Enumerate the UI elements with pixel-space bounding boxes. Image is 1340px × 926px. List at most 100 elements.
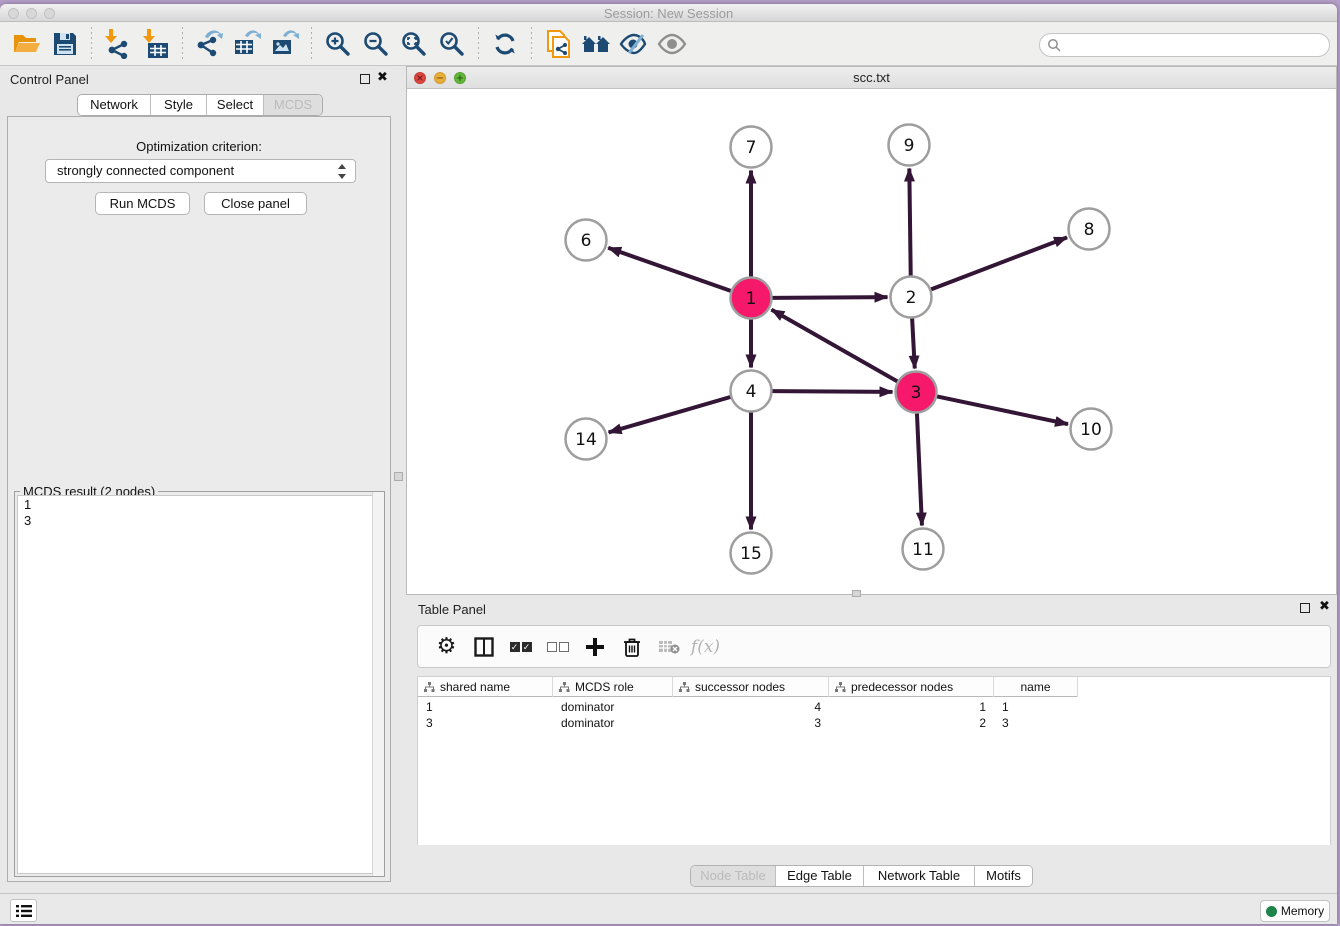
memory-label: Memory [1281, 904, 1324, 918]
node-label-9: 9 [904, 136, 915, 156]
table-cell[interactable]: 4 [673, 699, 829, 715]
tab-motifs[interactable]: Motifs [975, 866, 1032, 886]
column-manager-icon[interactable] [465, 629, 502, 665]
column-header[interactable]: name [994, 677, 1078, 697]
table-cell[interactable]: 2 [829, 715, 994, 731]
first-neighbors-icon[interactable] [577, 27, 615, 61]
memory-button[interactable]: Memory [1260, 900, 1330, 922]
tab-edge-table[interactable]: Edge Table [776, 866, 864, 886]
criterion-select-value: strongly connected component [57, 163, 234, 178]
node-label-14: 14 [575, 430, 597, 450]
control-panel-float-icon[interactable] [360, 74, 370, 84]
table-panel-float-icon[interactable] [1300, 603, 1310, 613]
show-graphics-details-icon[interactable] [653, 27, 691, 61]
table-panel-tabs: Node TableEdge TableNetwork TableMotifs [690, 865, 1033, 887]
column-header[interactable]: predecessor nodes [829, 677, 994, 697]
table-row[interactable]: 3dominator323 [418, 715, 1078, 731]
edge-1-2[interactable] [772, 297, 887, 298]
table-header-row: shared name MCDS role successor nodes prede… [418, 677, 1078, 697]
edge-2-3[interactable] [912, 318, 915, 368]
column-header-MCDS-role: MCDS role [575, 680, 634, 694]
close-panel-button[interactable]: Close panel [204, 192, 307, 215]
table-cell[interactable]: 1 [829, 699, 994, 715]
column-header-successor-nodes: successor nodes [695, 680, 785, 694]
control-panel-tabs: NetworkStyleSelectMCDS [77, 94, 323, 116]
tab-network[interactable]: Network [78, 95, 151, 115]
table-row[interactable]: 1dominator411 [418, 699, 1078, 715]
import-table-icon[interactable] [137, 27, 175, 61]
duplicate-network-icon[interactable] [539, 27, 577, 61]
import-network-icon[interactable] [99, 27, 137, 61]
tab-network-table[interactable]: Network Table [864, 866, 975, 886]
edge-3-11[interactable] [917, 413, 922, 525]
edge-2-8[interactable] [931, 237, 1067, 289]
table-panel-close-icon[interactable]: ✖ [1319, 599, 1330, 614]
hide-selected-icon[interactable] [615, 27, 653, 61]
toolbar-separator [531, 27, 532, 61]
open-session-icon[interactable] [8, 27, 46, 61]
column-header-name: name [1020, 680, 1050, 694]
table-panel-header: Table Panel ✖ [406, 597, 1337, 621]
tab-select[interactable]: Select [207, 95, 264, 115]
table-cell[interactable]: 1 [994, 699, 1078, 715]
export-image-icon[interactable] [266, 27, 304, 61]
criterion-select[interactable]: strongly connected component [45, 159, 356, 183]
edge-2-9[interactable] [909, 168, 910, 275]
search-input[interactable] [1039, 33, 1330, 57]
table-cell[interactable]: 3 [418, 715, 553, 731]
delete-column-icon[interactable] [613, 629, 650, 665]
column-header[interactable]: MCDS role [553, 677, 673, 697]
app-window: Session: New Session [0, 4, 1337, 924]
horizontal-splitter-grip[interactable] [852, 590, 861, 597]
task-history-button[interactable] [10, 899, 37, 922]
save-session-icon[interactable] [46, 27, 84, 61]
run-mcds-button[interactable]: Run MCDS [95, 192, 190, 215]
delete-table-icon[interactable] [650, 629, 687, 665]
zoom-in-icon[interactable] [319, 27, 357, 61]
tab-mcds[interactable]: MCDS [264, 95, 322, 115]
edge-3-10[interactable] [937, 396, 1068, 424]
edge-4-14[interactable] [609, 397, 731, 432]
column-attribute-icon [835, 682, 846, 693]
tab-style[interactable]: Style [151, 95, 207, 115]
mcds-result-list[interactable]: 13 [17, 495, 382, 874]
add-column-icon[interactable] [576, 629, 613, 665]
edge-4-3[interactable] [772, 391, 892, 392]
vertical-splitter-grip[interactable] [394, 472, 403, 481]
deselect-all-checkboxes-icon[interactable] [539, 629, 576, 665]
tab-node-table[interactable]: Node Table [691, 866, 776, 886]
table-cell[interactable]: 3 [994, 715, 1078, 731]
table-cell[interactable]: 3 [673, 715, 829, 731]
export-network-icon[interactable] [190, 27, 228, 61]
control-panel-close-icon[interactable]: ✖ [377, 70, 388, 85]
toolbar-separator [182, 27, 183, 61]
column-header-predecessor-nodes: predecessor nodes [851, 680, 953, 694]
zoom-fit-icon[interactable] [395, 27, 433, 61]
toolbar-separator [478, 27, 479, 61]
toolbar-separator [91, 27, 92, 61]
zoom-selected-icon[interactable] [433, 27, 471, 61]
refresh-icon[interactable] [486, 27, 524, 61]
table-options-icon[interactable]: ⚙ [428, 629, 465, 665]
select-all-checkboxes-icon[interactable]: ✓✓ [502, 629, 539, 665]
node-label-6: 6 [581, 231, 592, 251]
control-panel-header: Control Panel ✖ [0, 68, 394, 92]
column-header[interactable]: successor nodes [673, 677, 829, 697]
result-scrollbar[interactable] [372, 492, 384, 876]
function-builder-icon[interactable]: f(x) [687, 629, 724, 665]
table-cell[interactable]: dominator [553, 699, 673, 715]
zoom-out-icon[interactable] [357, 27, 395, 61]
edge-3-1[interactable] [771, 310, 897, 382]
export-table-icon[interactable] [228, 27, 266, 61]
column-attribute-icon [424, 682, 435, 693]
network-graph-canvas[interactable]: 1234678910111415 [407, 89, 1336, 594]
select-stepper-icon [337, 164, 347, 179]
column-header-shared-name: shared name [440, 680, 510, 694]
table-cell[interactable]: dominator [553, 715, 673, 731]
node-label-4: 4 [746, 382, 757, 402]
node-label-15: 15 [740, 544, 762, 564]
table-cell[interactable]: 1 [418, 699, 553, 715]
edge-1-6[interactable] [608, 248, 731, 291]
optimization-criterion-label: Optimization criterion: [8, 139, 390, 154]
column-header[interactable]: shared name [418, 677, 553, 697]
